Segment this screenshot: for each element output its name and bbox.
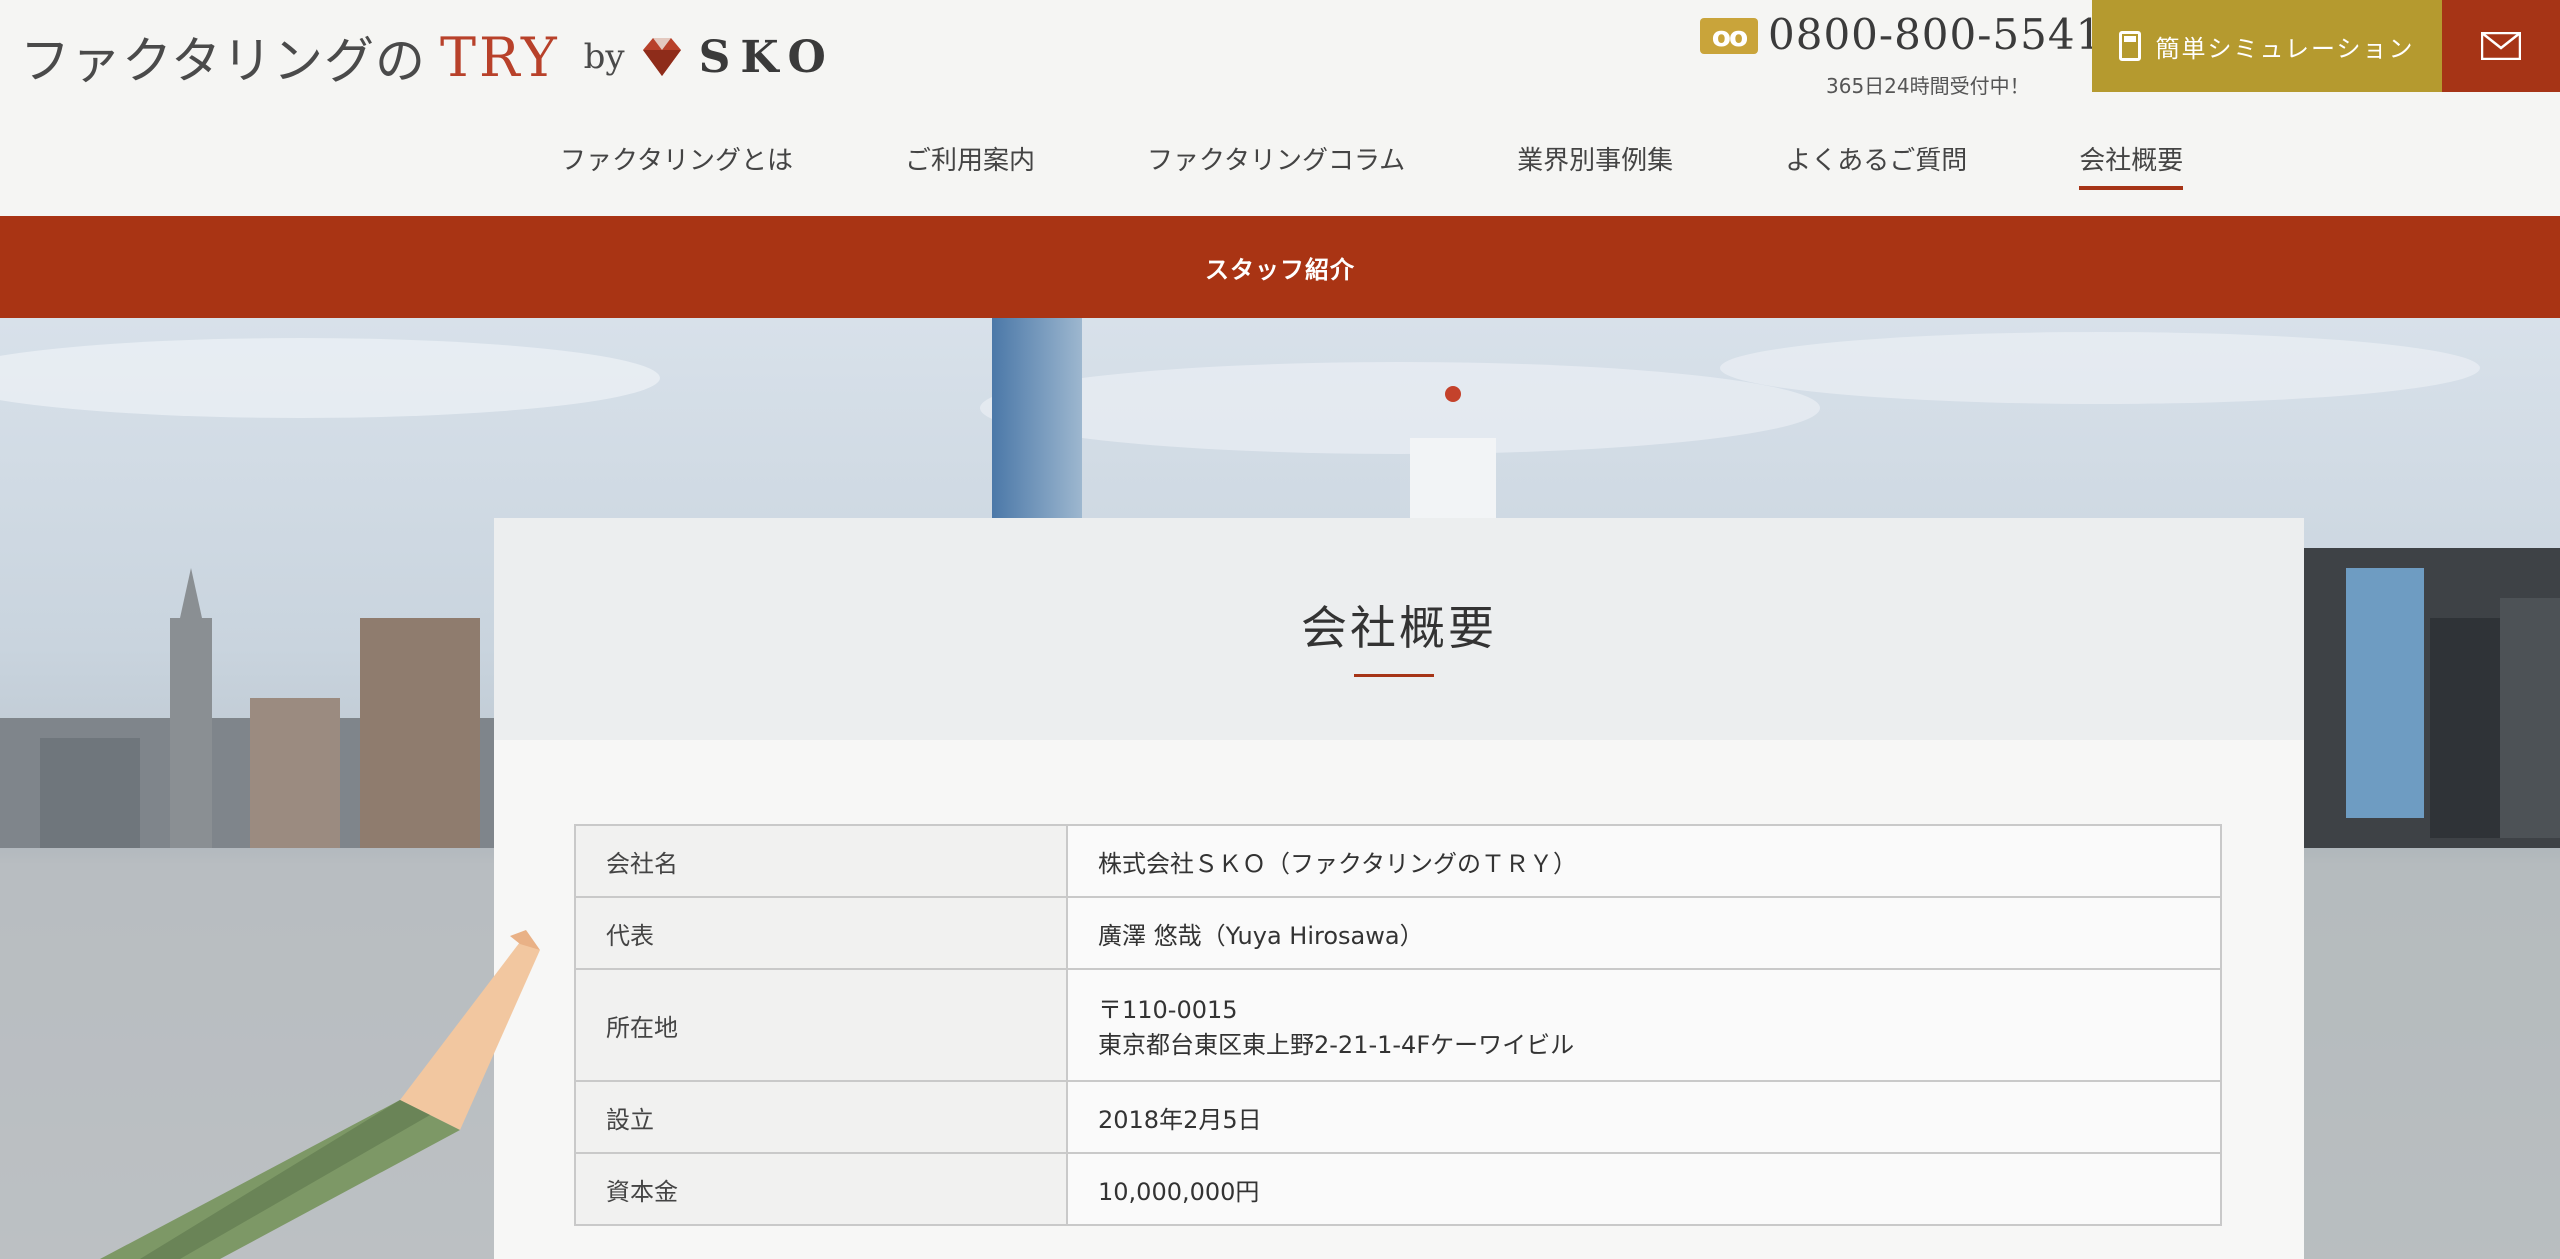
row-value: 株式会社ＳＫＯ（ファクタリングのＴＲＹ） <box>1066 824 2222 898</box>
calculator-icon <box>2119 31 2142 61</box>
logo-by-text: by <box>583 37 625 77</box>
logo-try-text: TRY <box>440 25 560 89</box>
simulation-button-label: 簡単シミュレーション <box>2155 34 2415 63</box>
table-row: 資本金 10,000,000円 <box>574 1152 2222 1226</box>
mail-icon <box>2481 32 2521 60</box>
free-dial-icon: oo <box>1700 18 1758 54</box>
nav-item-about-factoring[interactable]: ファクタリングとは <box>560 140 793 196</box>
table-row: 代表 廣澤 悠哉（Yuya Hirosawa） <box>574 896 2222 970</box>
postal-code: 〒110-0015 <box>1098 996 1238 1024</box>
row-label: 会社名 <box>574 824 1068 898</box>
stylus-pen <box>100 930 540 1259</box>
nav-item-column[interactable]: ファクタリングコラム <box>1147 140 1405 196</box>
phone-number[interactable]: 0800-800-5541 <box>1768 10 2103 59</box>
address-line: 東京都台東区東上野2-21-1-4Fケーワイビル <box>1098 1031 1575 1059</box>
company-info-table: 会社名 株式会社ＳＫＯ（ファクタリングのＴＲＹ） 代表 廣澤 悠哉（Yuya H… <box>574 824 2222 1226</box>
row-label: 代表 <box>574 896 1068 970</box>
card-header: 会社概要 <box>494 518 2304 740</box>
row-label: 設立 <box>574 1080 1068 1154</box>
nav-item-case-studies[interactable]: 業界別事例集 <box>1517 140 1673 196</box>
main-nav: ファクタリングとは ご利用案内 ファクタリングコラム 業界別事例集 よくあるご質… <box>560 140 2184 196</box>
nav-item-faq[interactable]: よくあるご質問 <box>1785 140 1967 196</box>
site-logo[interactable]: ファクタリングの TRY by SKO <box>20 22 836 92</box>
nav-item-usage-guide[interactable]: ご利用案内 <box>905 140 1035 196</box>
nav-item-company-profile[interactable]: 会社概要 <box>2079 140 2184 196</box>
table-row: 所在地 〒110-0015 東京都台東区東上野2-21-1-4Fケーワイビル <box>574 968 2222 1082</box>
row-label: 資本金 <box>574 1152 1068 1226</box>
title-underline <box>1354 674 1434 677</box>
phone-hours-note: 365日24時間受付中！ <box>1826 74 2030 98</box>
table-row: 設立 2018年2月5日 <box>574 1080 2222 1154</box>
logo-text: ファクタリングの <box>20 32 426 90</box>
subnav-item-staff[interactable]: スタッフ紹介 <box>1205 250 1355 285</box>
logo-company-text: SKO <box>698 31 836 83</box>
row-label: 所在地 <box>574 968 1068 1082</box>
site-header: ファクタリングの TRY by SKO oo 0800-800-5541 365… <box>0 0 2560 218</box>
table-row: 会社名 株式会社ＳＫＯ（ファクタリングのＴＲＹ） <box>574 824 2222 898</box>
mail-button[interactable] <box>2442 0 2560 92</box>
simulation-button[interactable]: 簡単シミュレーション <box>2092 0 2442 92</box>
diamond-logo-icon <box>642 38 681 76</box>
phone-contact[interactable]: oo 0800-800-5541 365日24時間受付中！ <box>1700 10 2102 100</box>
sub-nav: スタッフ紹介 <box>0 216 2560 318</box>
company-profile-card: 会社概要 会社名 株式会社ＳＫＯ（ファクタリングのＴＲＹ） 代表 廣澤 悠哉（Y… <box>494 518 2304 1259</box>
page-title: 会社概要 <box>1301 601 1497 655</box>
row-value: 10,000,000円 <box>1066 1152 2222 1226</box>
row-value: 2018年2月5日 <box>1066 1080 2222 1154</box>
row-value: 廣澤 悠哉（Yuya Hirosawa） <box>1066 896 2222 970</box>
row-value: 〒110-0015 東京都台東区東上野2-21-1-4Fケーワイビル <box>1066 968 2222 1082</box>
